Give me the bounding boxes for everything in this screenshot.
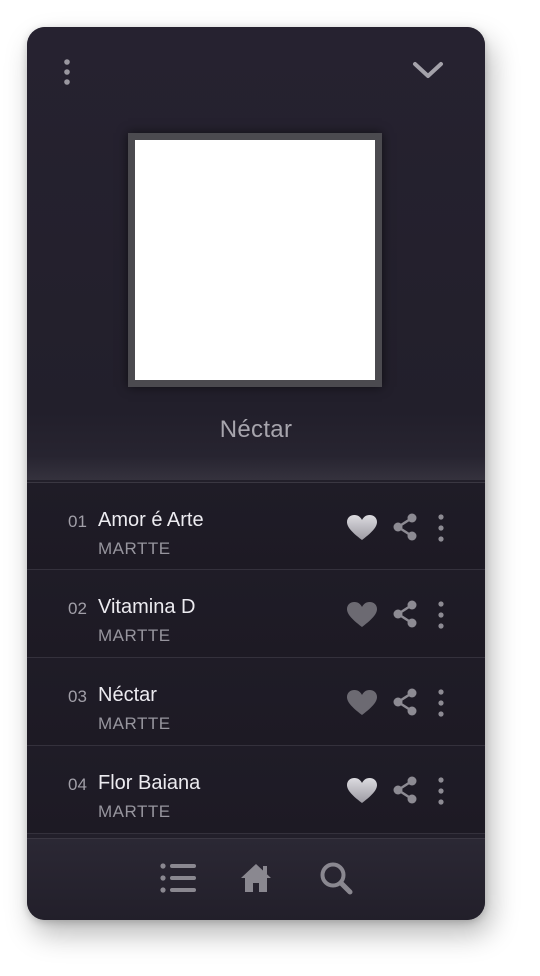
share-icon[interactable] (392, 688, 418, 716)
more-options-icon[interactable] (437, 513, 445, 543)
heart-icon[interactable] (347, 778, 377, 804)
album-cover (128, 133, 382, 387)
track-number: 03 (68, 687, 87, 706)
more-options-icon[interactable] (437, 776, 445, 806)
track-actions (347, 776, 447, 806)
home-icon[interactable] (239, 861, 273, 895)
track-row[interactable]: 02 Vitamina D MARTTE (27, 570, 485, 658)
track-title: Flor Baiana (98, 772, 201, 794)
list-icon[interactable] (158, 861, 198, 895)
bottom-nav (27, 838, 485, 920)
player-window: Néctar 01 Amor é Arte MARTTE 02 Vitamina… (27, 27, 485, 920)
track-artist: MARTTE (98, 539, 171, 558)
track-actions (347, 513, 447, 543)
track-actions (347, 600, 447, 630)
track-artist: MARTTE (98, 626, 171, 645)
track-number: 04 (68, 775, 87, 794)
track-title: Néctar (98, 684, 157, 706)
track-row[interactable]: 03 Néctar MARTTE (27, 658, 485, 746)
share-icon[interactable] (392, 600, 418, 628)
search-icon[interactable] (319, 861, 355, 897)
track-actions (347, 688, 447, 718)
track-number: 01 (68, 512, 87, 531)
chevron-down-icon[interactable] (411, 59, 445, 81)
track-title: Amor é Arte (98, 509, 204, 531)
album-header: Néctar (27, 27, 485, 480)
track-row[interactable]: 04 Flor Baiana MARTTE (27, 746, 485, 834)
heart-icon[interactable] (347, 690, 377, 716)
share-icon[interactable] (392, 776, 418, 804)
track-number: 02 (68, 599, 87, 618)
track-artist: MARTTE (98, 714, 171, 733)
track-list: 01 Amor é Arte MARTTE 02 Vitamina D MART… (27, 482, 485, 834)
album-title: Néctar (219, 416, 293, 443)
track-title: Vitamina D (98, 596, 196, 618)
more-options-icon[interactable] (437, 688, 445, 718)
heart-icon[interactable] (347, 602, 377, 628)
more-options-icon[interactable] (437, 600, 445, 630)
track-row[interactable]: 01 Amor é Arte MARTTE (27, 482, 485, 570)
track-artist: MARTTE (98, 802, 171, 821)
heart-icon[interactable] (347, 515, 377, 541)
vertical-dots-icon[interactable] (57, 57, 77, 87)
share-icon[interactable] (392, 513, 418, 541)
